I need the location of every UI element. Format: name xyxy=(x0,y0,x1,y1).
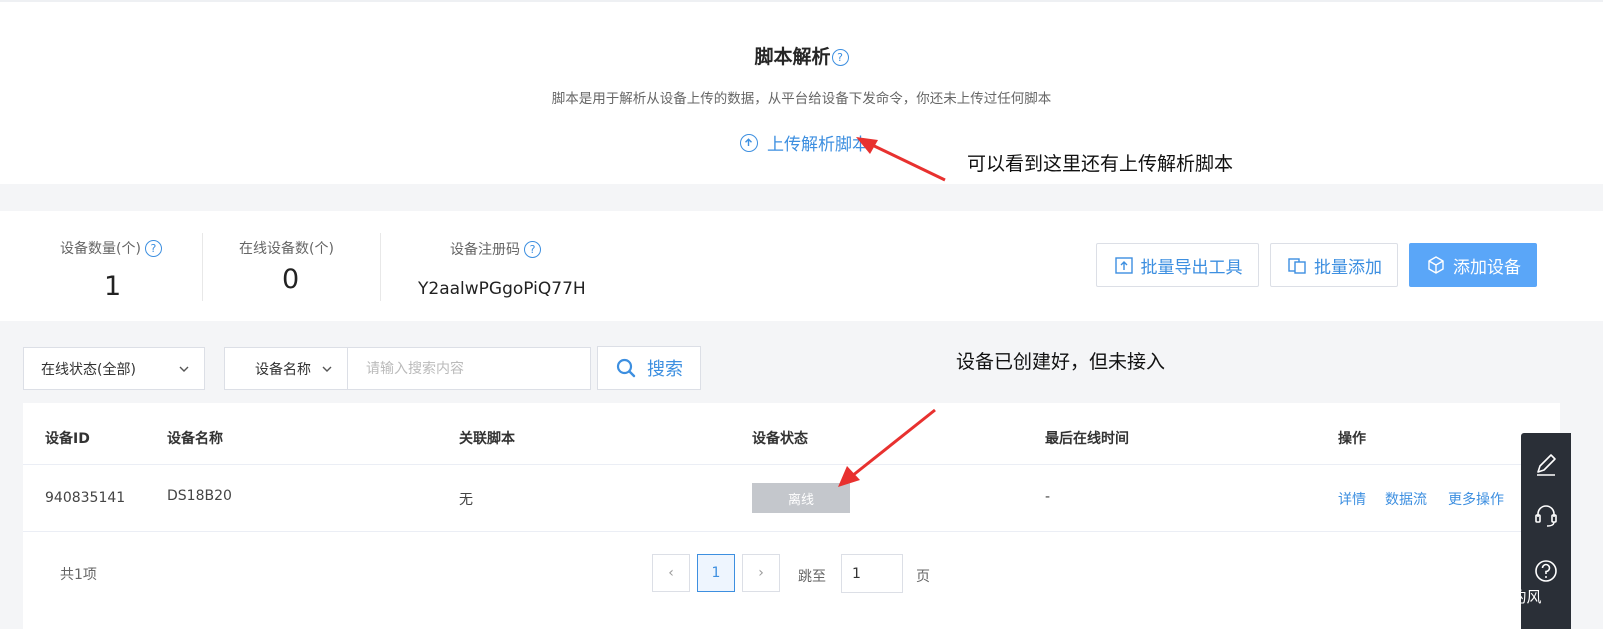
device-annotation: 设备已创建好，但未接入 xyxy=(956,351,1166,373)
watermark: CSDN @麓南的风 xyxy=(1419,588,1542,606)
annotation-arrows xyxy=(838,137,946,487)
upload-annotation: 可以看到这里还有上传解析脚本 xyxy=(967,153,1234,175)
